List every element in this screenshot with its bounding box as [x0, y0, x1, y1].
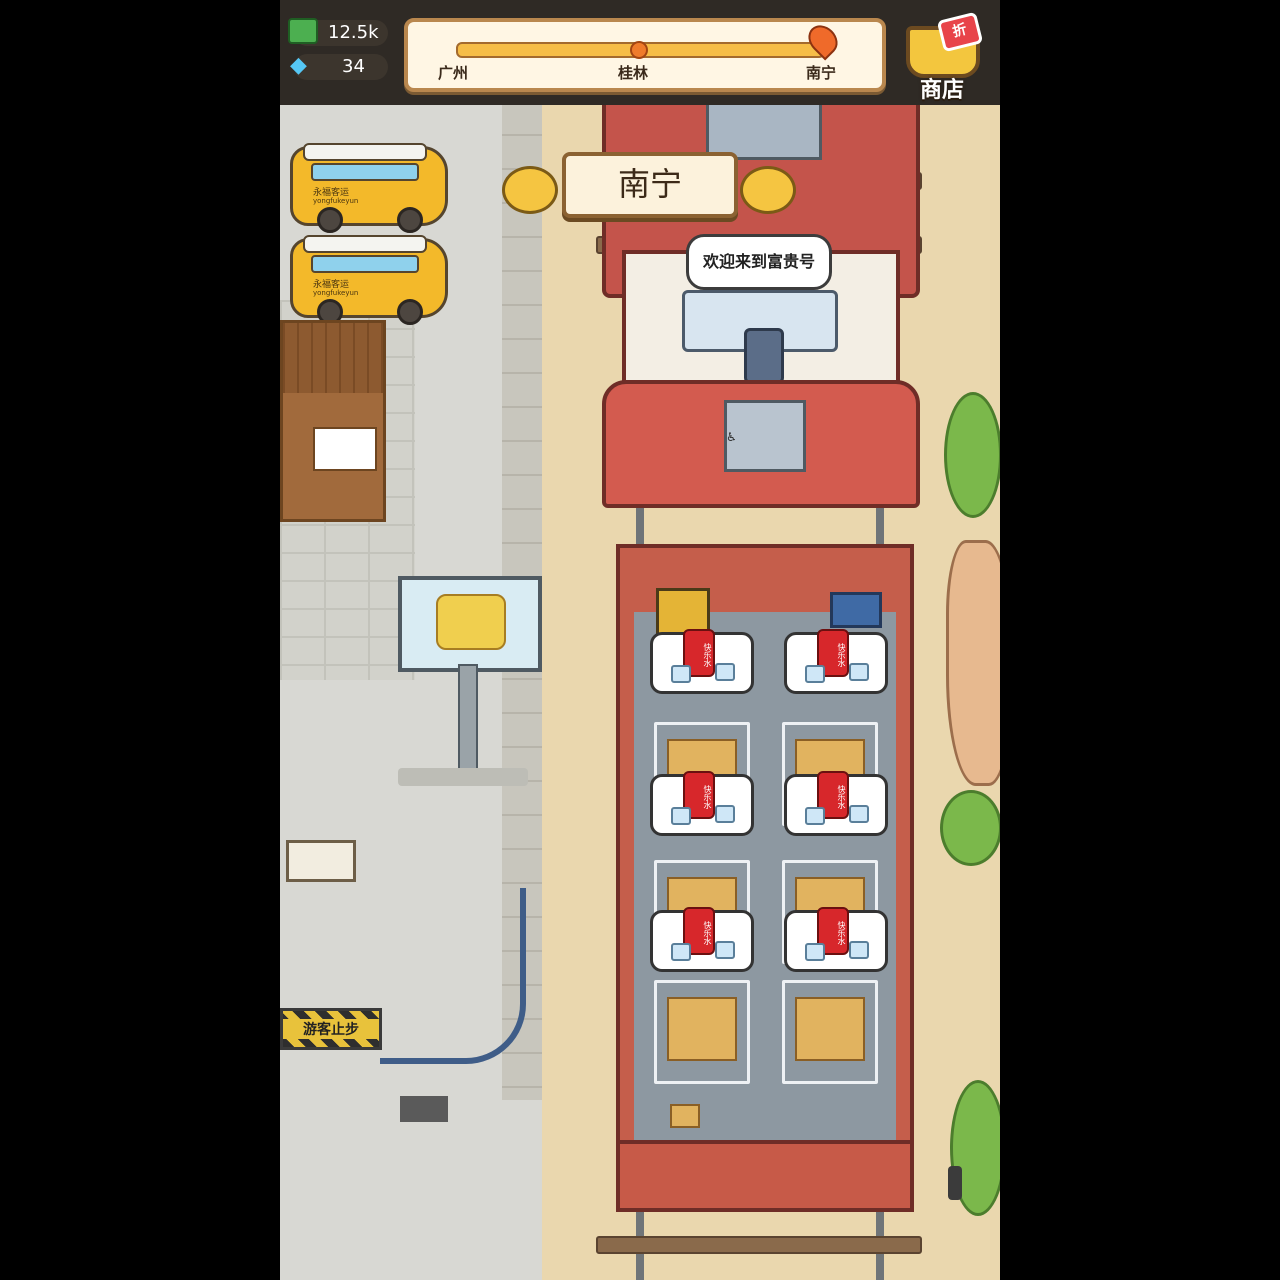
can-label: 快乐水	[703, 785, 712, 809]
route-progress-panel: 广州 桂林 南宁	[404, 18, 886, 92]
cargo-slot[interactable]	[654, 980, 750, 1084]
rock-cliff	[946, 540, 1000, 786]
traffic-signal-icon	[948, 1166, 962, 1200]
tour-bus[interactable]: 永福客运 yongfukeyun	[290, 235, 448, 325]
tour-bus[interactable]: 永福客运 yongfukeyun	[290, 143, 448, 233]
ice-cube-icon	[715, 805, 735, 823]
loose-crate	[670, 1104, 700, 1128]
gem-counter[interactable]: ◆ 34	[290, 54, 388, 80]
no-entry-barrier: 游客止步	[280, 1008, 382, 1050]
wooden-kiosk[interactable]	[280, 320, 386, 522]
billboard[interactable]	[398, 576, 542, 672]
kiosk-fence	[313, 427, 377, 471]
diamond-icon: ◆	[290, 53, 307, 78]
bus-company-sublabel: yongfukeyun	[313, 289, 359, 297]
bus-window	[311, 163, 419, 181]
cargo-request-bubble[interactable]: 快乐水	[650, 629, 754, 694]
shop-button[interactable]: 折 商店	[896, 8, 988, 103]
wheel-icon	[397, 207, 423, 233]
billboard-pole	[458, 664, 478, 784]
bus-window	[311, 255, 419, 273]
cargo-request-bubble[interactable]: 快乐水	[650, 771, 754, 836]
tree	[944, 392, 1000, 518]
ice-cube-icon	[671, 943, 691, 961]
shop-label: 商店	[919, 78, 964, 103]
wheel-icon	[397, 299, 423, 325]
ice-cube-icon	[671, 665, 691, 683]
cargo-slot[interactable]	[782, 980, 878, 1084]
route-stop-label: 桂林	[618, 64, 649, 82]
bus-company-sublabel: yongfukeyun	[313, 197, 359, 205]
driver-seat	[744, 328, 784, 384]
hand-truck-icon	[830, 592, 882, 628]
station-name-sign: 南宁	[562, 152, 738, 218]
ice-cube-icon	[849, 805, 869, 823]
cash-stack-icon	[288, 18, 318, 44]
bus-roof	[303, 235, 427, 253]
can-label: 快乐水	[837, 643, 846, 667]
cargo-request-bubble[interactable]: 快乐水	[784, 907, 888, 972]
info-sign[interactable]	[286, 840, 356, 882]
can-label: 快乐水	[703, 643, 712, 667]
kiosk-roof	[283, 323, 383, 393]
locomotive-front: ♿	[602, 380, 920, 508]
ice-cube-icon	[849, 941, 869, 959]
ice-cube-icon	[715, 663, 735, 681]
gem-value: 34	[342, 56, 365, 77]
bus-roof	[303, 143, 427, 161]
wheel-icon	[317, 207, 343, 233]
warning-text: 游客止步	[283, 1019, 379, 1039]
game-viewport: 永福客运 yongfukeyun 永福客运 yongfukeyun 游客止步 ♿…	[280, 0, 1000, 1280]
ice-cube-icon	[805, 943, 825, 961]
can-label: 快乐水	[837, 785, 846, 809]
accessibility-icon: ♿	[726, 430, 737, 444]
ice-cube-icon	[849, 663, 869, 681]
can-label: 快乐水	[703, 921, 712, 945]
chick-mascot-icon	[740, 166, 796, 214]
ice-cube-icon	[805, 807, 825, 825]
ice-cube-icon	[805, 665, 825, 683]
route-stop-label: 广州	[438, 64, 469, 82]
ice-cube-icon	[715, 941, 735, 959]
handrail	[380, 888, 526, 1064]
route-stop-dot	[630, 41, 648, 59]
can-label: 快乐水	[837, 921, 846, 945]
rail-sleeper	[596, 1236, 922, 1254]
wagon-rear-door[interactable]	[620, 1140, 910, 1208]
top-hud: 12.5k ◆ 34 广州 桂林 南宁 折 商店	[280, 0, 1000, 105]
tree	[940, 790, 1000, 866]
drain-grate	[400, 1096, 448, 1122]
cargo-request-bubble[interactable]: 快乐水	[784, 629, 888, 694]
billboard-shadow	[398, 768, 528, 786]
food-advert-icon	[436, 594, 506, 650]
crate-stack	[667, 997, 737, 1061]
cargo-request-bubble[interactable]: 快乐水	[650, 907, 754, 972]
cargo-wagon[interactable]: 快乐水 快乐水 快乐水 快乐水 快乐水 快乐水	[616, 544, 914, 1212]
crate-stack	[795, 997, 865, 1061]
welcome-speech-bubble: 欢迎来到富贵号	[686, 234, 832, 290]
chick-mascot-icon	[502, 166, 558, 214]
ice-cube-icon	[671, 807, 691, 825]
route-stop-label: 南宁	[806, 64, 837, 82]
money-counter[interactable]: 12.5k	[288, 18, 388, 46]
money-value: 12.5k	[328, 22, 379, 43]
cargo-request-bubble[interactable]: 快乐水	[784, 771, 888, 836]
